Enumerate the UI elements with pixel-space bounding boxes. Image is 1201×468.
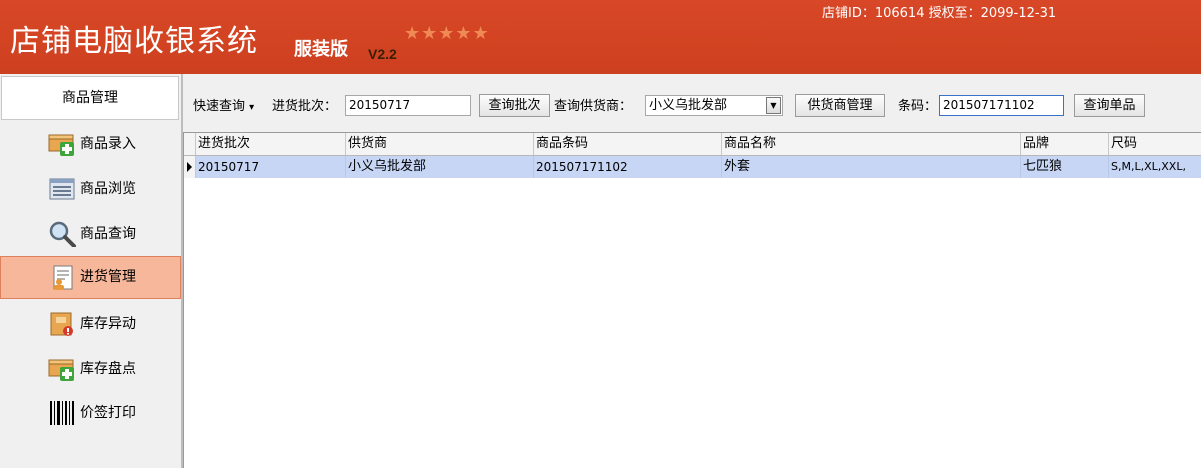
sidebar-item-product-entry[interactable]: 商品录入 (0, 123, 181, 166)
sidebar-item-label: 商品录入 (80, 136, 136, 152)
cell-size[interactable]: S,M,L,XL,XXL, (1109, 156, 1201, 178)
batch-input[interactable]: 20150717 (345, 95, 471, 116)
sidebar-item-label: 商品查询 (80, 226, 136, 242)
cell-brand[interactable]: 七匹狼 (1021, 156, 1109, 178)
query-batch-button[interactable]: 查询批次 (479, 94, 550, 117)
batch-label: 进货批次： (272, 99, 338, 114)
sidebar-item-product-browse[interactable]: 商品浏览 (0, 168, 181, 211)
current-row-pointer-icon (187, 162, 192, 172)
box-add-icon (48, 134, 74, 156)
app-header: 店铺电脑收银系统 服装版 ★★★★★ V2.2 店铺ID：106614 授权至：… (0, 0, 1201, 74)
supplier-select[interactable]: 小义乌批发部 ▼ (645, 95, 783, 116)
purchase-grid: 进货批次 供货商 商品条码 商品名称 品牌 尺码 20150717 小义乌批发部… (183, 132, 1201, 468)
column-header-product-name[interactable]: 商品名称 (722, 133, 1021, 155)
row-header[interactable] (184, 156, 196, 178)
barcode-label: 条码： (898, 99, 938, 114)
sidebar-item-stocktake[interactable]: 库存盘点 (0, 348, 181, 391)
supplier-label: 查询供货商： (554, 99, 633, 114)
query-toolbar: 快速查询 ▾ 进货批次： 20150717 查询批次 查询供货商： 小义乌批发部… (183, 74, 1201, 132)
barcode-icon (50, 401, 74, 425)
app-title: 店铺电脑收银系统 (10, 24, 258, 59)
column-header-barcode[interactable]: 商品条码 (534, 133, 722, 155)
column-header-brand[interactable]: 品牌 (1021, 133, 1109, 155)
main-panel: 快速查询 ▾ 进货批次： 20150717 查询批次 查询供货商： 小义乌批发部… (183, 74, 1201, 468)
sidebar-item-label: 库存盘点 (80, 361, 136, 377)
store-info: 店铺ID：106614 授权至：2099-12-31 (822, 6, 1057, 21)
supplier-select-value: 小义乌批发部 (649, 98, 728, 113)
document-user-icon (53, 265, 73, 290)
dropdown-arrow-icon[interactable]: ▼ (766, 97, 781, 114)
sidebar-item-inventory-change[interactable]: 库存异动 (0, 303, 181, 346)
edition-label: 服装版 (294, 39, 348, 60)
sidebar: 商品管理 商品录入 商品浏览 商品查询 进货管理 库存异动 库存盘点 价签打印 (0, 74, 183, 468)
column-header-size[interactable]: 尺码 (1109, 133, 1201, 155)
sidebar-item-label: 商品浏览 (80, 181, 136, 197)
supplier-manage-button[interactable]: 供货商管理 (795, 94, 885, 117)
sidebar-item-product-search[interactable]: 商品查询 (0, 213, 181, 256)
sidebar-item-purchase-management[interactable]: 进货管理 (0, 256, 181, 299)
sidebar-item-label: 库存异动 (80, 316, 136, 332)
chevron-down-icon: ▾ (249, 102, 255, 113)
table-row[interactable]: 20150717 小义乌批发部 201507171102 外套 七匹狼 S,M,… (184, 156, 1201, 178)
cell-product-name[interactable]: 外套 (722, 156, 1021, 178)
magnifier-icon (49, 221, 76, 247)
cell-barcode[interactable]: 201507171102 (534, 156, 722, 178)
barcode-input[interactable]: 201507171102 (939, 95, 1064, 116)
grid-header-row: 进货批次 供货商 商品条码 商品名称 品牌 尺码 (184, 133, 1201, 156)
query-item-button[interactable]: 查询单品 (1074, 94, 1145, 117)
sidebar-item-label: 进货管理 (80, 269, 136, 285)
version-label: V2.2 (368, 46, 397, 62)
list-view-icon (49, 178, 75, 200)
box-add-icon (48, 359, 74, 381)
sidebar-item-label: 价签打印 (80, 405, 136, 421)
sidebar-item-price-tag-print[interactable]: 价签打印 (0, 392, 181, 435)
rating-stars-icon: ★★★★★ (404, 23, 490, 44)
column-header-supplier[interactable]: 供货商 (346, 133, 534, 155)
row-header-corner (184, 133, 196, 155)
sidebar-header[interactable]: 商品管理 (1, 76, 179, 120)
cell-batch[interactable]: 20150717 (196, 156, 346, 178)
cell-supplier[interactable]: 小义乌批发部 (346, 156, 534, 178)
column-header-batch[interactable]: 进货批次 (196, 133, 346, 155)
quick-query-menu[interactable]: 快速查询 ▾ (193, 98, 254, 117)
inventory-alert-icon (50, 312, 73, 336)
